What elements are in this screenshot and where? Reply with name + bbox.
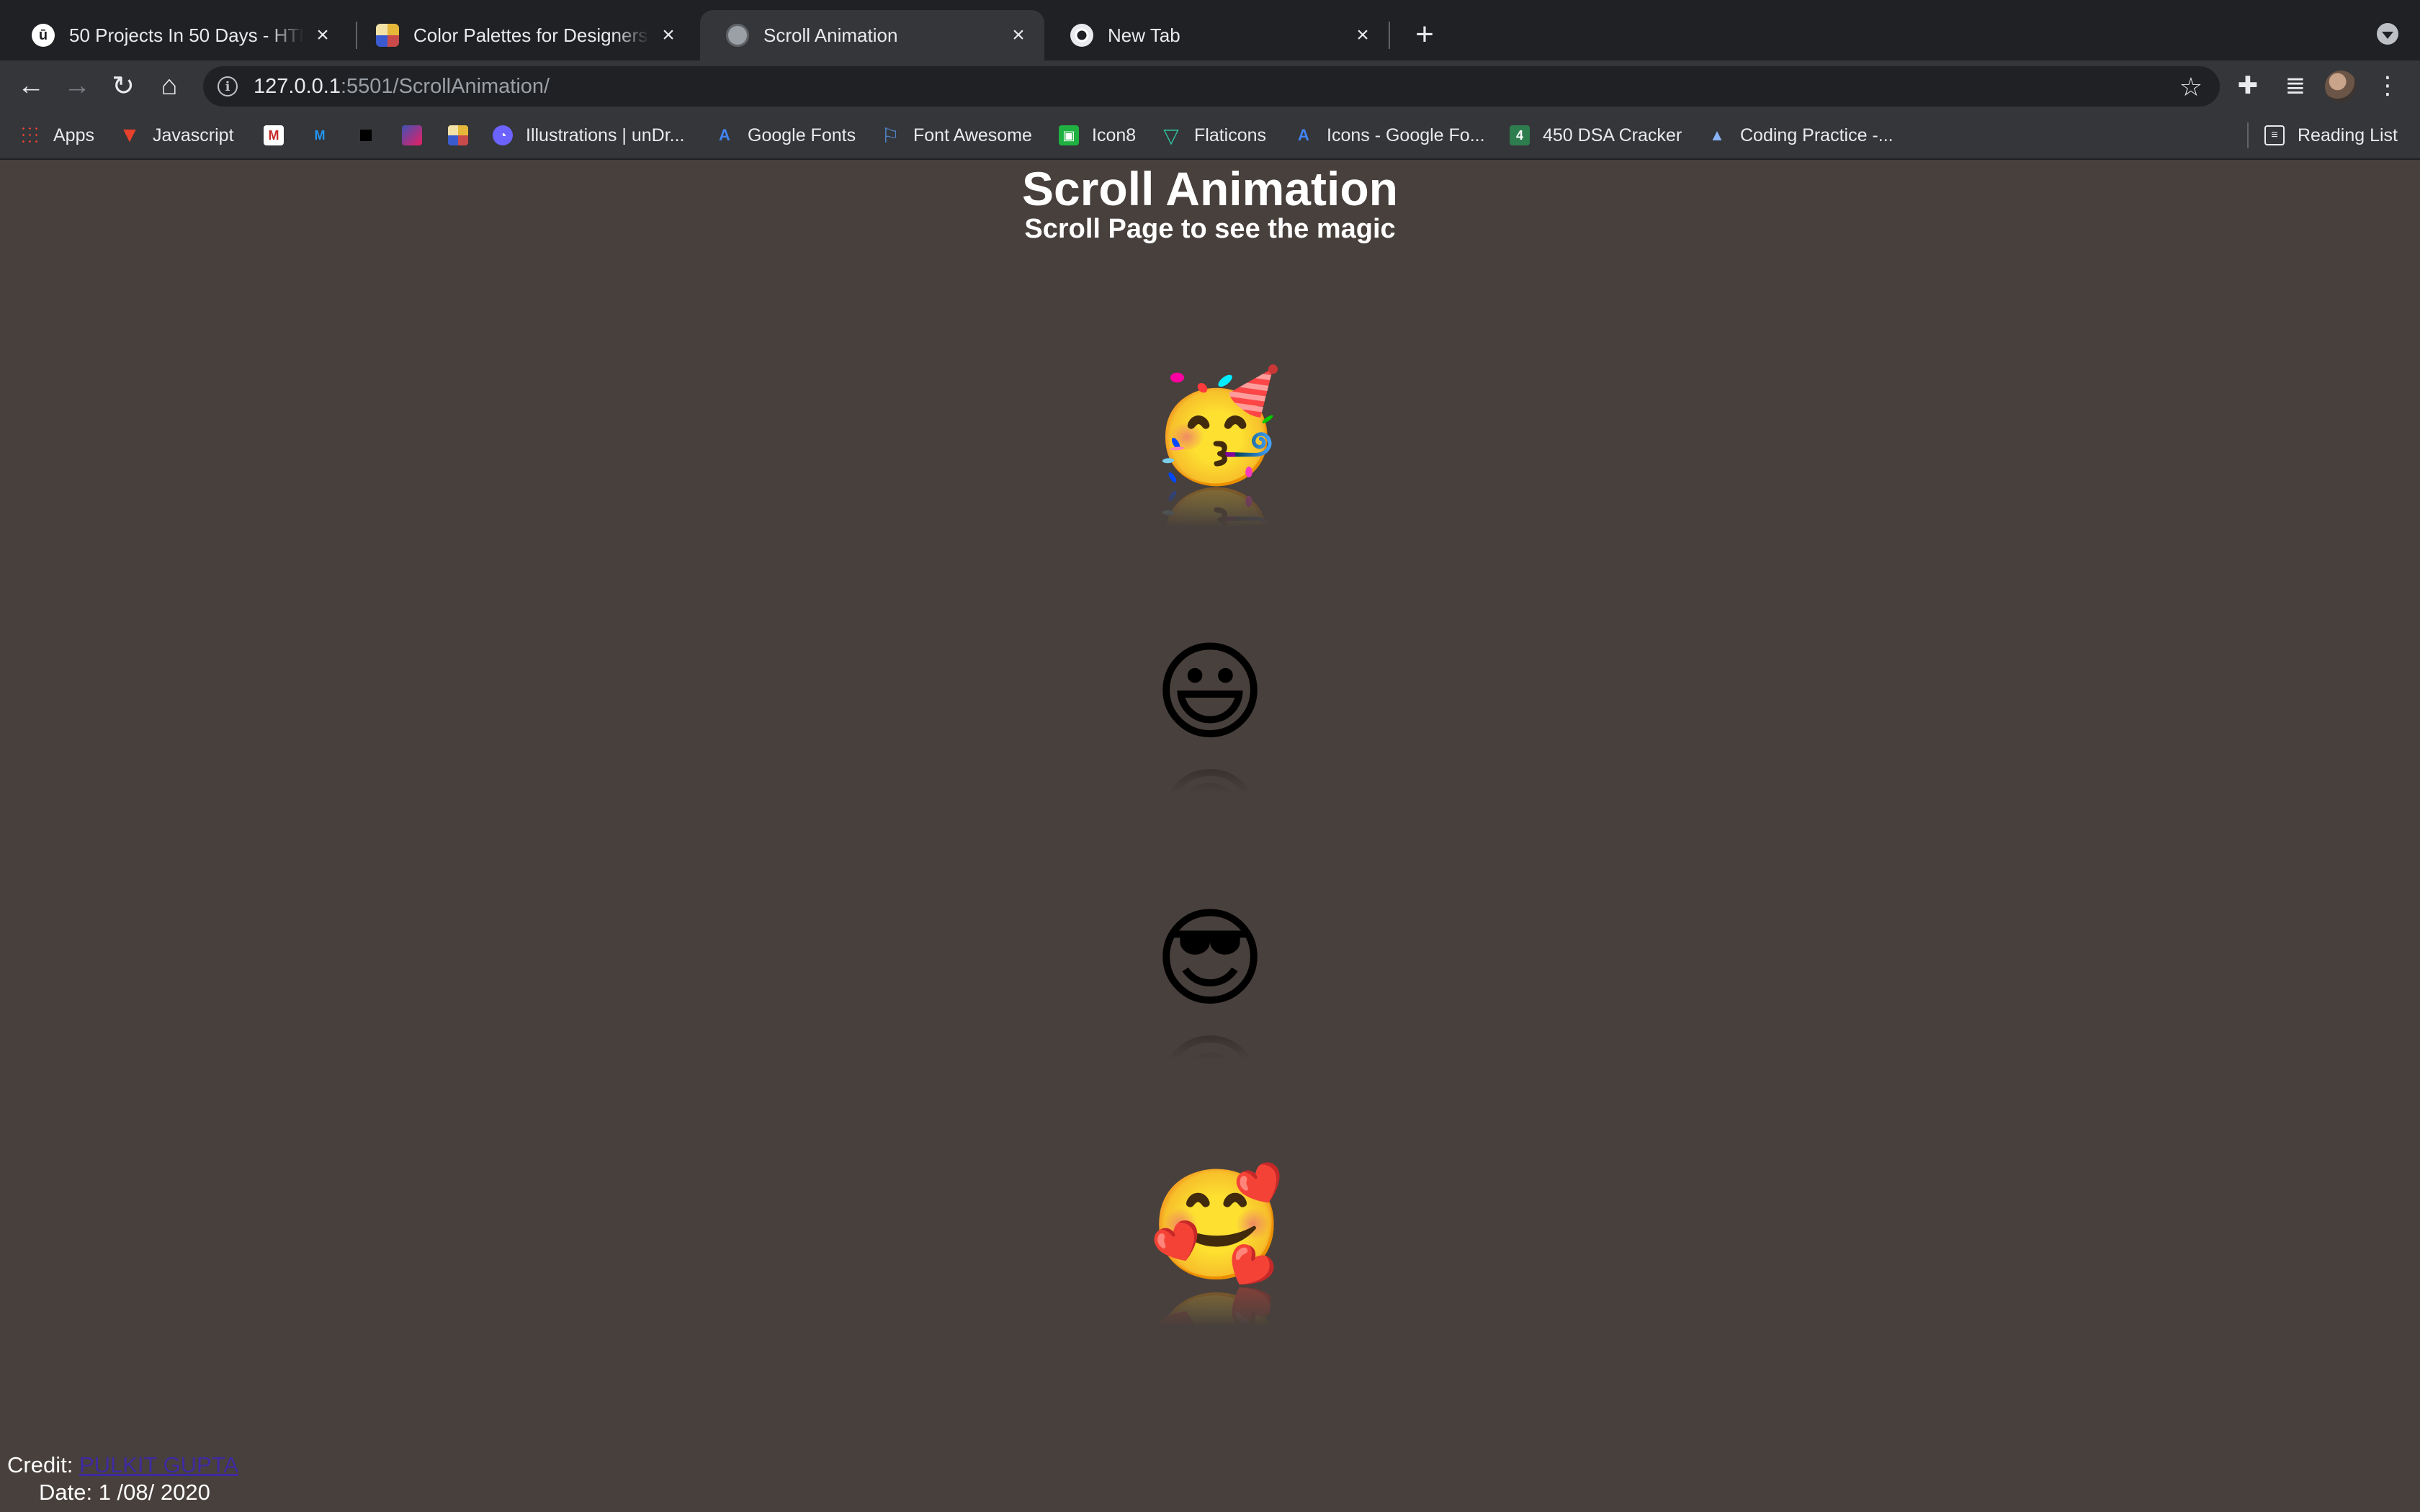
page-viewport[interactable]: Scroll Animation Scroll Page to see the …: [0, 160, 2420, 1512]
bookmark-unsplash[interactable]: [356, 121, 376, 150]
reading-list-label: Reading List: [2298, 125, 2398, 145]
palette-favicon-icon: [376, 24, 399, 47]
close-icon[interactable]: ×: [1351, 23, 1374, 47]
chrome-icon: [1070, 24, 1093, 47]
m-logo-icon: M: [264, 125, 284, 145]
bookmark-apps[interactable]: Apps: [20, 121, 94, 150]
gradient-square-icon: [402, 125, 422, 145]
credit-line: Credit: PULKIT GUPTA: [7, 1452, 238, 1479]
date-line: Date: 1 /08/ 2020: [39, 1480, 210, 1505]
tab-strip: ū 50 Projects In 50 Days - HTML × Color …: [0, 0, 2420, 60]
bookmark-flaticons[interactable]: ▽ Flaticons: [1161, 121, 1266, 150]
tab-50-projects[interactable]: ū 50 Projects In 50 Days - HTML ×: [6, 10, 349, 60]
url-host: 127.0.0.1: [254, 74, 341, 98]
emoji-reflection: 🥳: [1150, 487, 1270, 544]
profile-avatar[interactable]: [2325, 71, 2357, 102]
bookmark-m-site[interactable]: M: [264, 121, 284, 150]
bookmark-google-icons[interactable]: A Icons - Google Fo...: [1294, 121, 1485, 150]
mountain-logo-icon: ▲: [1709, 126, 1725, 144]
bookmark-label: Google Fonts: [748, 125, 856, 145]
tab-color-palettes[interactable]: Color Palettes for Designers and ×: [350, 10, 694, 60]
bookmark-label: Icon8: [1092, 125, 1137, 145]
home-icon[interactable]: ⌂: [150, 66, 189, 105]
mui-logo-icon: M: [314, 127, 326, 143]
tab-title: 50 Projects In 50 Days - HTML: [69, 24, 304, 46]
flaticon-logo-icon: ▽: [1163, 124, 1179, 147]
apps-grid-icon: [20, 125, 40, 145]
google-fonts-icon: A: [719, 126, 730, 144]
page-subtitle: Scroll Page to see the magic: [1024, 214, 1396, 244]
emoji-card-hearts: 🥰 🥰: [1150, 1164, 1284, 1344]
bookmark-javascript[interactable]: ▼ Javascript: [119, 121, 234, 150]
media-queue-icon[interactable]: ≣: [2277, 68, 2313, 104]
bookmark-dsa-cracker[interactable]: 4 450 DSA Cracker: [1510, 121, 1682, 150]
google-fonts-icon: A: [1298, 126, 1309, 144]
bookmark-label: Javascript: [153, 125, 234, 145]
bookmark-label: Apps: [53, 125, 94, 145]
bookmark-undraw[interactable]: ◔ Illustrations | unDr...: [493, 121, 684, 150]
udemy-favicon-icon: ū: [32, 24, 55, 47]
flag-icon: ⚐: [881, 124, 900, 147]
browser-toolbar: ← → ↻ ⌂ i 127.0.0.1:5501/ScrollAnimation…: [0, 60, 2420, 111]
bookmark-mui[interactable]: M: [310, 121, 330, 150]
bookmark-label: Coding Practice -...: [1740, 125, 1894, 145]
bookmark-google-fonts[interactable]: A Google Fonts: [714, 121, 856, 150]
close-icon[interactable]: ×: [657, 23, 680, 47]
emoji-reflection: 😎: [1150, 1020, 1270, 1077]
close-icon[interactable]: ×: [311, 23, 334, 47]
icon8-logo-icon: ▣: [1059, 125, 1079, 145]
bookmark-palette[interactable]: [448, 121, 468, 150]
page-title: Scroll Animation: [1022, 162, 1398, 215]
bookmark-coding-practice[interactable]: ▲ Coding Practice -...: [1707, 121, 1894, 150]
tab-title: Color Palettes for Designers and: [413, 24, 650, 46]
grinning-face-icon: 😃: [1153, 631, 1267, 752]
tab-title: Scroll Animation: [763, 24, 898, 46]
tab-scroll-animation[interactable]: Scroll Animation ×: [700, 10, 1044, 60]
reading-list-button[interactable]: ≡ Reading List: [2264, 121, 2398, 150]
emoji-card-smiley: 😃 😃: [1150, 631, 1270, 811]
bookmarks-divider: [2247, 122, 2249, 148]
tab-title: New Tab: [1108, 24, 1180, 46]
forward-arrow-icon[interactable]: →: [58, 66, 97, 105]
credit-label: Credit:: [7, 1452, 73, 1477]
vue-triangle-icon: ▼: [119, 123, 140, 147]
reading-list-icon: ≡: [2264, 125, 2285, 145]
palette-logo-icon: [448, 125, 468, 145]
undraw-logo-icon: ◔: [493, 125, 513, 145]
close-icon[interactable]: ×: [1007, 23, 1030, 47]
emoji-card-partying: 🥳 🥳: [1150, 364, 1284, 544]
globe-icon: [726, 24, 749, 47]
url-path: :5501/ScrollAnimation/: [340, 74, 550, 98]
tab-search-button[interactable]: [2377, 23, 2398, 45]
bookmark-label: Illustrations | unDr...: [526, 125, 685, 145]
reload-icon[interactable]: ↻: [104, 66, 143, 105]
extensions-puzzle-icon[interactable]: ✚: [2230, 68, 2266, 104]
new-tab-button[interactable]: +: [1406, 17, 1443, 55]
emoji-reflection: 🥰: [1150, 1286, 1270, 1344]
bookmarks-bar: Apps ▼ Javascript M M ◔ Illustrations | …: [0, 111, 2420, 160]
sunglasses-face-icon: 😎: [1153, 898, 1267, 1019]
back-arrow-icon[interactable]: ←: [12, 66, 50, 105]
smiling-hearts-face-icon: 🥰: [1150, 1164, 1284, 1285]
tab-new-tab[interactable]: New Tab ×: [1044, 10, 1389, 60]
dsa-badge-icon: 4: [1510, 125, 1530, 145]
bookmark-gradient[interactable]: [402, 121, 422, 150]
bookmark-icon8[interactable]: ▣ Icon8: [1059, 121, 1136, 150]
bookmark-label: Flaticons: [1194, 125, 1267, 145]
bookmark-label: 450 DSA Cracker: [1543, 125, 1682, 145]
bookmark-label: Icons - Google Fo...: [1327, 125, 1485, 145]
partying-face-icon: 🥳: [1150, 365, 1284, 486]
credit-author-link[interactable]: PULKIT GUPTA: [79, 1452, 238, 1477]
address-bar[interactable]: i 127.0.0.1:5501/ScrollAnimation/ ☆: [203, 66, 2220, 107]
menu-dots-icon[interactable]: ⋮: [2370, 68, 2406, 104]
bookmark-star-icon[interactable]: ☆: [2179, 72, 2202, 102]
tab-separator: [1389, 22, 1390, 49]
unsplash-logo-icon: [356, 125, 376, 145]
emoji-card-sunglasses: 😎 😎: [1150, 897, 1270, 1077]
info-icon[interactable]: i: [218, 76, 238, 96]
bookmark-label: Font Awesome: [913, 125, 1032, 145]
bookmark-font-awesome[interactable]: ⚐ Font Awesome: [880, 121, 1032, 150]
emoji-reflection: 😃: [1150, 753, 1270, 811]
